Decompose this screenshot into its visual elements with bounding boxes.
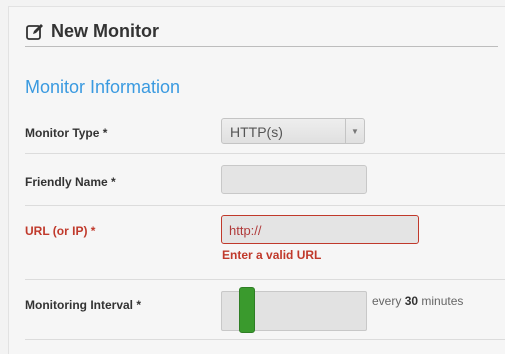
friendly-name-input[interactable] (221, 165, 367, 194)
monitor-type-select[interactable]: HTTP(s) ▼ (221, 118, 365, 144)
section-title: Monitor Information (25, 77, 181, 97)
interval-value: 30 (404, 294, 419, 308)
interval-readout: every 30 minutes (372, 294, 463, 308)
new-monitor-panel: New Monitor Monitor Information Monitor … (8, 6, 505, 354)
monitor-type-value: HTTP(s) (230, 124, 283, 140)
monitor-type-row: Monitor Type * HTTP(s) ▼ (25, 110, 505, 154)
friendly-name-label: Friendly Name * (25, 175, 116, 189)
monitor-type-label: Monitor Type * (25, 126, 108, 140)
interval-row: Monitoring Interval * every 30 minutes (25, 279, 505, 340)
interval-slider[interactable] (221, 287, 367, 333)
panel-header: New Monitor (25, 17, 498, 47)
friendly-name-row: Friendly Name * (25, 153, 505, 206)
interval-label: Monitoring Interval * (25, 298, 142, 312)
url-input[interactable]: http:// (221, 215, 419, 244)
url-placeholder: http:// (229, 223, 262, 238)
interval-prefix: every (372, 294, 402, 308)
chevron-down-icon[interactable]: ▼ (345, 119, 364, 143)
slider-handle[interactable] (239, 287, 255, 333)
page-title: New Monitor (51, 21, 159, 41)
url-error-message: Enter a valid URL (222, 248, 322, 262)
url-row: URL (or IP) * http:// Enter a valid URL (25, 205, 505, 280)
interval-suffix: minutes (421, 294, 464, 308)
url-label: URL (or IP) * (25, 224, 96, 238)
edit-icon (25, 22, 45, 42)
